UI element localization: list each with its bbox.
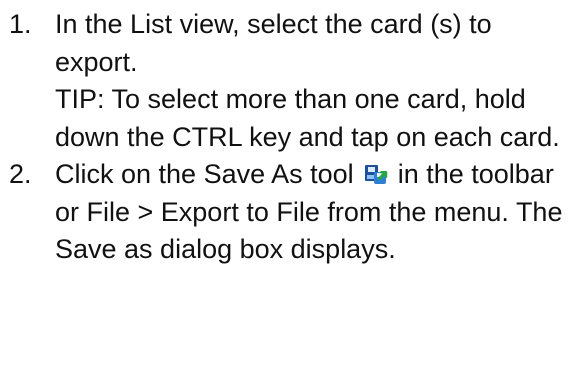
step-1: 1. In the List view, select the card (s)… [0, 6, 581, 156]
instructions-document: 1. In the List view, select the card (s)… [0, 0, 581, 382]
save-as-icon [363, 162, 389, 188]
step-1-text: In the List view, select the card (s) to… [55, 9, 492, 77]
step-2-text-before-icon: Click on the Save As tool [55, 159, 354, 189]
step-2: 2. Click on the Save As tool in the tool… [0, 156, 581, 269]
step-1-tip: TIP: To select more than one card, hold … [55, 84, 560, 152]
step-2-number: 2. [9, 159, 32, 189]
step-1-number: 1. [9, 9, 32, 39]
step-list: 1. In the List view, select the card (s)… [0, 6, 581, 269]
